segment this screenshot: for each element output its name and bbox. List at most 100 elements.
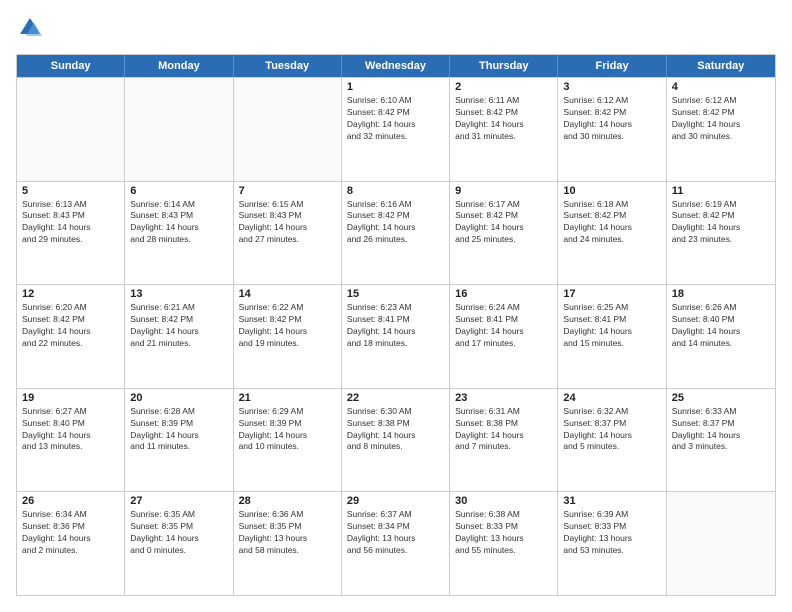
calendar-cell-1: 1Sunrise: 6:10 AM Sunset: 8:42 PM Daylig… bbox=[342, 78, 450, 181]
cell-date-22: 22 bbox=[347, 392, 444, 404]
calendar-row-1: 5Sunrise: 6:13 AM Sunset: 8:43 PM Daylig… bbox=[17, 181, 775, 285]
calendar-cell-20: 20 Sunrise: 6:28 AM Sunset: 8:39 PM Dayli… bbox=[125, 389, 233, 492]
cell-date-13: 13 bbox=[130, 288, 227, 300]
calendar-cell-8: 8 Sunrise: 6:16 AM Sunset: 8:42 PM Daylig… bbox=[342, 182, 450, 285]
calendar-row-3: 19 Sunrise: 6:27 AM Sunset: 8:40 PM Dayli… bbox=[17, 388, 775, 492]
calendar-row-4: 26 Sunrise: 6:34 AM Sunset: 8:36 PM Dayli… bbox=[17, 491, 775, 595]
calendar-cell-27: 27 Sunrise: 6:35 AM Sunset: 8:35 PM Dayli… bbox=[125, 492, 233, 595]
cell-info-3: Sunrise: 6:12 AM Sunset: 8:42 PM Dayligh… bbox=[563, 95, 660, 143]
cell-info-31: Sunrise: 6:39 AM Sunset: 8:33 PM Dayligh… bbox=[563, 509, 660, 557]
calendar-cell-empty-0-0 bbox=[17, 78, 125, 181]
cell-info-11: Sunrise: 6:19 AM Sunset: 8:42 PM Dayligh… bbox=[672, 199, 770, 247]
cell-info-18: Sunrise: 6:26 AM Sunset: 8:40 PM Dayligh… bbox=[672, 302, 770, 350]
logo bbox=[16, 16, 48, 44]
cell-info-30: Sunrise: 6:38 AM Sunset: 8:33 PM Dayligh… bbox=[455, 509, 552, 557]
cell-date-28: 28 bbox=[239, 495, 336, 507]
calendar-cell-empty-0-1 bbox=[125, 78, 233, 181]
calendar-cell-28: 28 Sunrise: 6:36 AM Sunset: 8:35 PM Dayli… bbox=[234, 492, 342, 595]
calendar-cell-2: 2 Sunrise: 6:11 AM Sunset: 8:42 PM Daylig… bbox=[450, 78, 558, 181]
calendar-header: SundayMondayTuesdayWednesdayThursdayFrid… bbox=[17, 55, 775, 77]
calendar-cell-3: 3 Sunrise: 6:12 AM Sunset: 8:42 PM Daylig… bbox=[558, 78, 666, 181]
cell-date-24: 24 bbox=[563, 392, 660, 404]
calendar-cell-17: 17 Sunrise: 6:25 AM Sunset: 8:41 PM Dayli… bbox=[558, 285, 666, 388]
cell-info-23: Sunrise: 6:31 AM Sunset: 8:38 PM Dayligh… bbox=[455, 406, 552, 454]
calendar-cell-29: 29Sunrise: 6:37 AM Sunset: 8:34 PM Dayli… bbox=[342, 492, 450, 595]
calendar-cell-14: 14 Sunrise: 6:22 AM Sunset: 8:42 PM Dayli… bbox=[234, 285, 342, 388]
header-day-monday: Monday bbox=[125, 55, 233, 77]
cell-date-17: 17 bbox=[563, 288, 660, 300]
cell-date-31: 31 bbox=[563, 495, 660, 507]
cell-info-15: Sunrise: 6:23 AM Sunset: 8:41 PM Dayligh… bbox=[347, 302, 444, 350]
cell-date-2: 2 bbox=[455, 81, 552, 93]
calendar-cell-15: 15 Sunrise: 6:23 AM Sunset: 8:41 PM Dayli… bbox=[342, 285, 450, 388]
cell-date-9: 9 bbox=[455, 185, 552, 197]
cell-date-27: 27 bbox=[130, 495, 227, 507]
cell-info-24: Sunrise: 6:32 AM Sunset: 8:37 PM Dayligh… bbox=[563, 406, 660, 454]
calendar-cell-30: 30 Sunrise: 6:38 AM Sunset: 8:33 PM Dayli… bbox=[450, 492, 558, 595]
calendar-cell-26: 26 Sunrise: 6:34 AM Sunset: 8:36 PM Dayli… bbox=[17, 492, 125, 595]
cell-info-14: Sunrise: 6:22 AM Sunset: 8:42 PM Dayligh… bbox=[239, 302, 336, 350]
cell-info-26: Sunrise: 6:34 AM Sunset: 8:36 PM Dayligh… bbox=[22, 509, 119, 557]
cell-info-27: Sunrise: 6:35 AM Sunset: 8:35 PM Dayligh… bbox=[130, 509, 227, 557]
cell-date-14: 14 bbox=[239, 288, 336, 300]
cell-date-10: 10 bbox=[563, 185, 660, 197]
cell-date-26: 26 bbox=[22, 495, 119, 507]
cell-info-25: Sunrise: 6:33 AM Sunset: 8:37 PM Dayligh… bbox=[672, 406, 770, 454]
cell-info-7: Sunrise: 6:15 AM Sunset: 8:43 PM Dayligh… bbox=[239, 199, 336, 247]
calendar-cell-19: 19 Sunrise: 6:27 AM Sunset: 8:40 PM Dayli… bbox=[17, 389, 125, 492]
cell-date-20: 20 bbox=[130, 392, 227, 404]
calendar-row-0: 1Sunrise: 6:10 AM Sunset: 8:42 PM Daylig… bbox=[17, 77, 775, 181]
cell-date-21: 21 bbox=[239, 392, 336, 404]
cell-date-3: 3 bbox=[563, 81, 660, 93]
cell-info-9: Sunrise: 6:17 AM Sunset: 8:42 PM Dayligh… bbox=[455, 199, 552, 247]
cell-info-12: Sunrise: 6:20 AM Sunset: 8:42 PM Dayligh… bbox=[22, 302, 119, 350]
calendar-cell-11: 11 Sunrise: 6:19 AM Sunset: 8:42 PM Dayli… bbox=[667, 182, 775, 285]
cell-info-17: Sunrise: 6:25 AM Sunset: 8:41 PM Dayligh… bbox=[563, 302, 660, 350]
calendar-cell-23: 23 Sunrise: 6:31 AM Sunset: 8:38 PM Dayli… bbox=[450, 389, 558, 492]
calendar-cell-empty-4-6 bbox=[667, 492, 775, 595]
cell-date-25: 25 bbox=[672, 392, 770, 404]
calendar-cell-7: 7Sunrise: 6:15 AM Sunset: 8:43 PM Daylig… bbox=[234, 182, 342, 285]
calendar-cell-24: 24 Sunrise: 6:32 AM Sunset: 8:37 PM Dayli… bbox=[558, 389, 666, 492]
cell-info-22: Sunrise: 6:30 AM Sunset: 8:38 PM Dayligh… bbox=[347, 406, 444, 454]
calendar-cell-4: 4Sunrise: 6:12 AM Sunset: 8:42 PM Daylig… bbox=[667, 78, 775, 181]
calendar-cell-5: 5Sunrise: 6:13 AM Sunset: 8:43 PM Daylig… bbox=[17, 182, 125, 285]
cell-date-19: 19 bbox=[22, 392, 119, 404]
calendar-cell-10: 10 Sunrise: 6:18 AM Sunset: 8:42 PM Dayli… bbox=[558, 182, 666, 285]
cell-info-20: Sunrise: 6:28 AM Sunset: 8:39 PM Dayligh… bbox=[130, 406, 227, 454]
cell-date-16: 16 bbox=[455, 288, 552, 300]
calendar-cell-empty-0-2 bbox=[234, 78, 342, 181]
calendar-row-2: 12Sunrise: 6:20 AM Sunset: 8:42 PM Dayli… bbox=[17, 284, 775, 388]
cell-info-28: Sunrise: 6:36 AM Sunset: 8:35 PM Dayligh… bbox=[239, 509, 336, 557]
cell-date-18: 18 bbox=[672, 288, 770, 300]
cell-date-23: 23 bbox=[455, 392, 552, 404]
calendar-cell-22: 22 Sunrise: 6:30 AM Sunset: 8:38 PM Dayli… bbox=[342, 389, 450, 492]
header-day-tuesday: Tuesday bbox=[234, 55, 342, 77]
cell-info-8: Sunrise: 6:16 AM Sunset: 8:42 PM Dayligh… bbox=[347, 199, 444, 247]
cell-date-11: 11 bbox=[672, 185, 770, 197]
page: SundayMondayTuesdayWednesdayThursdayFrid… bbox=[0, 0, 792, 612]
cell-date-5: 5 bbox=[22, 185, 119, 197]
cell-info-21: Sunrise: 6:29 AM Sunset: 8:39 PM Dayligh… bbox=[239, 406, 336, 454]
calendar-cell-21: 21 Sunrise: 6:29 AM Sunset: 8:39 PM Dayli… bbox=[234, 389, 342, 492]
cell-info-6: Sunrise: 6:14 AM Sunset: 8:43 PM Dayligh… bbox=[130, 199, 227, 247]
header-day-saturday: Saturday bbox=[667, 55, 775, 77]
cell-info-29: Sunrise: 6:37 AM Sunset: 8:34 PM Dayligh… bbox=[347, 509, 444, 557]
header-day-thursday: Thursday bbox=[450, 55, 558, 77]
header-day-friday: Friday bbox=[558, 55, 666, 77]
calendar-cell-6: 6Sunrise: 6:14 AM Sunset: 8:43 PM Daylig… bbox=[125, 182, 233, 285]
calendar-cell-31: 31 Sunrise: 6:39 AM Sunset: 8:33 PM Dayli… bbox=[558, 492, 666, 595]
logo-icon bbox=[16, 14, 44, 42]
header-day-wednesday: Wednesday bbox=[342, 55, 450, 77]
calendar: SundayMondayTuesdayWednesdayThursdayFrid… bbox=[16, 54, 776, 596]
calendar-cell-16: 16 Sunrise: 6:24 AM Sunset: 8:41 PM Dayli… bbox=[450, 285, 558, 388]
cell-date-8: 8 bbox=[347, 185, 444, 197]
cell-info-10: Sunrise: 6:18 AM Sunset: 8:42 PM Dayligh… bbox=[563, 199, 660, 247]
cell-info-16: Sunrise: 6:24 AM Sunset: 8:41 PM Dayligh… bbox=[455, 302, 552, 350]
cell-date-30: 30 bbox=[455, 495, 552, 507]
cell-date-15: 15 bbox=[347, 288, 444, 300]
cell-info-2: Sunrise: 6:11 AM Sunset: 8:42 PM Dayligh… bbox=[455, 95, 552, 143]
calendar-cell-9: 9 Sunrise: 6:17 AM Sunset: 8:42 PM Daylig… bbox=[450, 182, 558, 285]
cell-info-19: Sunrise: 6:27 AM Sunset: 8:40 PM Dayligh… bbox=[22, 406, 119, 454]
cell-date-1: 1 bbox=[347, 81, 444, 93]
